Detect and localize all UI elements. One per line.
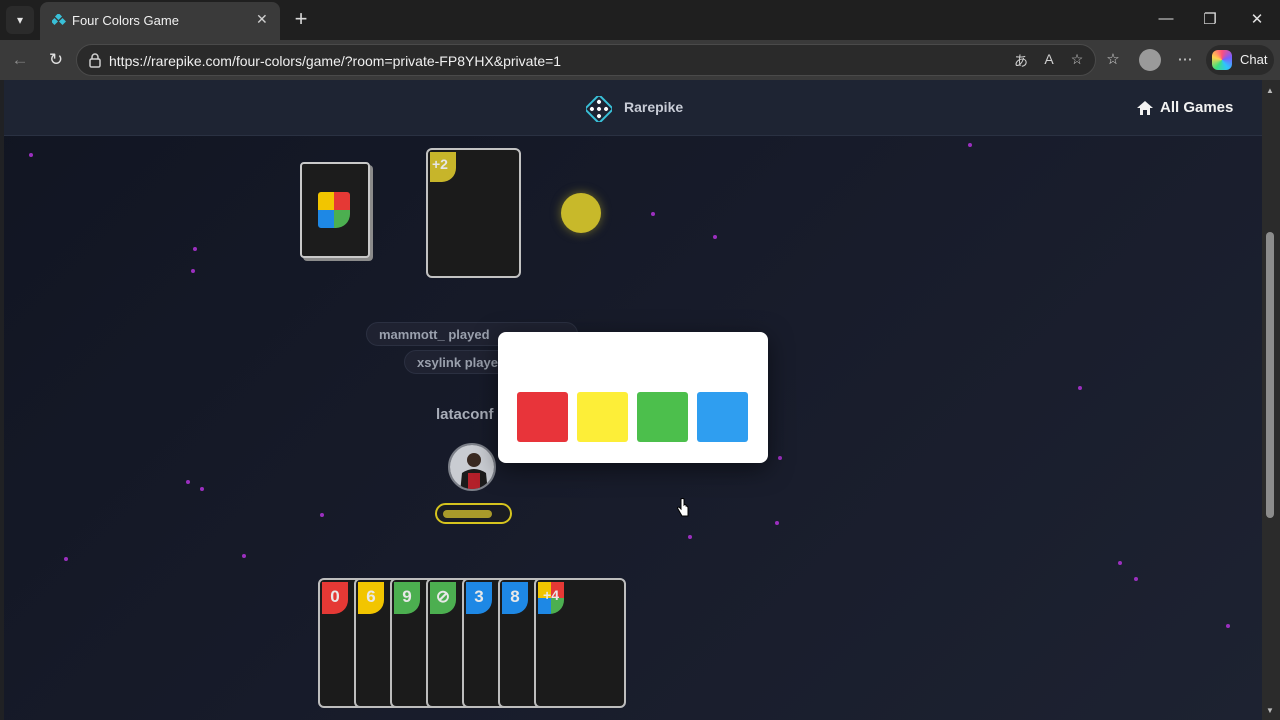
card-label: 9 [402, 587, 412, 606]
tab-bar: ▾ Four Colors Game ✕ + — ❐ ✕ [0, 0, 1280, 40]
background-star [29, 153, 33, 157]
refresh-icon[interactable]: ↻ [44, 48, 68, 72]
site-header: Rarepike All Games [4, 80, 1262, 136]
background-star [193, 247, 197, 251]
close-window-button[interactable]: ✕ [1247, 10, 1267, 28]
tab-title: Four Colors Game [72, 13, 179, 28]
translate-icon[interactable]: あ [1011, 51, 1031, 71]
minimize-button[interactable]: — [1156, 10, 1176, 27]
background-star [200, 487, 204, 491]
current-color-indicator [561, 193, 601, 233]
new-tab-button[interactable]: + [290, 6, 312, 32]
chevron-down-icon: ▾ [16, 13, 24, 27]
scroll-up-icon[interactable]: ▲ [1266, 86, 1274, 95]
background-star [775, 521, 779, 525]
all-games-link[interactable]: All Games [1160, 99, 1233, 116]
card-label: +4 [543, 587, 559, 603]
background-star [1078, 386, 1082, 390]
player-hand: 0 6 9 ⊘ 3 8 +4 [318, 578, 630, 710]
restore-button[interactable]: ❐ [1200, 10, 1220, 28]
tab-search-button[interactable]: ▾ [6, 6, 34, 34]
player-name: lataconf [436, 406, 494, 423]
background-star [64, 557, 68, 561]
browser-toolbar: ← ↻ https://rarepike.com/four-colors/gam… [0, 40, 1280, 80]
favorite-star-icon[interactable]: ☆ [1067, 51, 1087, 68]
background-star [186, 480, 190, 484]
card-corner: 9 [394, 582, 420, 614]
card-label: 0 [330, 587, 340, 606]
card-corner: 6 [358, 582, 384, 614]
card-corner: +2 [430, 152, 456, 182]
card-label: +2 [432, 156, 448, 172]
read-aloud-icon[interactable]: A [1039, 51, 1059, 67]
color-option-yellow[interactable] [577, 392, 628, 442]
active-tab[interactable]: Four Colors Game ✕ [40, 2, 280, 40]
card-corner: 0 [322, 582, 348, 614]
rarepike-favicon-icon [52, 14, 66, 26]
card-corner: ⊘ [430, 582, 456, 614]
draw-pile[interactable] [300, 162, 370, 258]
copilot-chat-button[interactable]: Chat [1206, 45, 1274, 75]
card-label: 8 [510, 587, 520, 606]
card-corner: +4 [538, 582, 564, 614]
scroll-down-icon[interactable]: ▼ [1266, 706, 1274, 715]
background-star [320, 513, 324, 517]
url-text: https://rarepike.com/four-colors/game/?r… [109, 53, 562, 69]
background-star [713, 235, 717, 239]
background-star [1226, 624, 1230, 628]
chat-label: Chat [1240, 52, 1268, 67]
background-star [1118, 561, 1122, 565]
favorites-icon[interactable]: ☆ [1102, 50, 1124, 68]
profile-avatar-icon[interactable] [1139, 49, 1161, 71]
card-label: 3 [474, 587, 484, 606]
brand-name[interactable]: Rarepike [624, 99, 683, 115]
background-star [688, 535, 692, 539]
turn-timer-fill [443, 510, 492, 518]
player-avatar [448, 443, 496, 491]
address-bar[interactable]: https://rarepike.com/four-colors/game/?r… [76, 44, 1096, 76]
color-picker-dialog [498, 332, 768, 463]
color-option-blue[interactable] [697, 392, 748, 442]
card-corner: 3 [466, 582, 492, 614]
copilot-icon [1212, 50, 1232, 70]
player-avatar-image [450, 445, 494, 489]
background-star [191, 269, 195, 273]
four-colors-logo-icon [318, 192, 350, 228]
lock-icon [89, 53, 101, 68]
game-page: Rarepike All Games +2 mammott_ played xs… [4, 80, 1262, 720]
page-scrollbar[interactable]: ▲ ▼ [1262, 80, 1280, 720]
color-option-green[interactable] [637, 392, 688, 442]
background-star [968, 143, 972, 147]
card-corner: 8 [502, 582, 528, 614]
discard-pile-card: +2 [426, 148, 521, 278]
turn-timer [435, 503, 512, 524]
more-options-icon[interactable]: ⋯ [1174, 50, 1196, 68]
back-arrow-icon[interactable]: ← [8, 48, 32, 72]
close-tab-icon[interactable]: ✕ [256, 11, 268, 28]
rarepike-logo-icon[interactable] [586, 96, 612, 122]
card-label: 6 [366, 587, 376, 606]
background-star [651, 212, 655, 216]
scrollbar-thumb[interactable] [1266, 232, 1274, 518]
background-star [1134, 577, 1138, 581]
hand-cursor-icon [677, 498, 689, 517]
background-star [778, 456, 782, 460]
color-option-red[interactable] [517, 392, 568, 442]
hand-card[interactable]: +4 [534, 578, 626, 708]
card-label: ⊘ [435, 587, 451, 606]
background-star [242, 554, 246, 558]
home-icon[interactable] [1136, 100, 1154, 116]
